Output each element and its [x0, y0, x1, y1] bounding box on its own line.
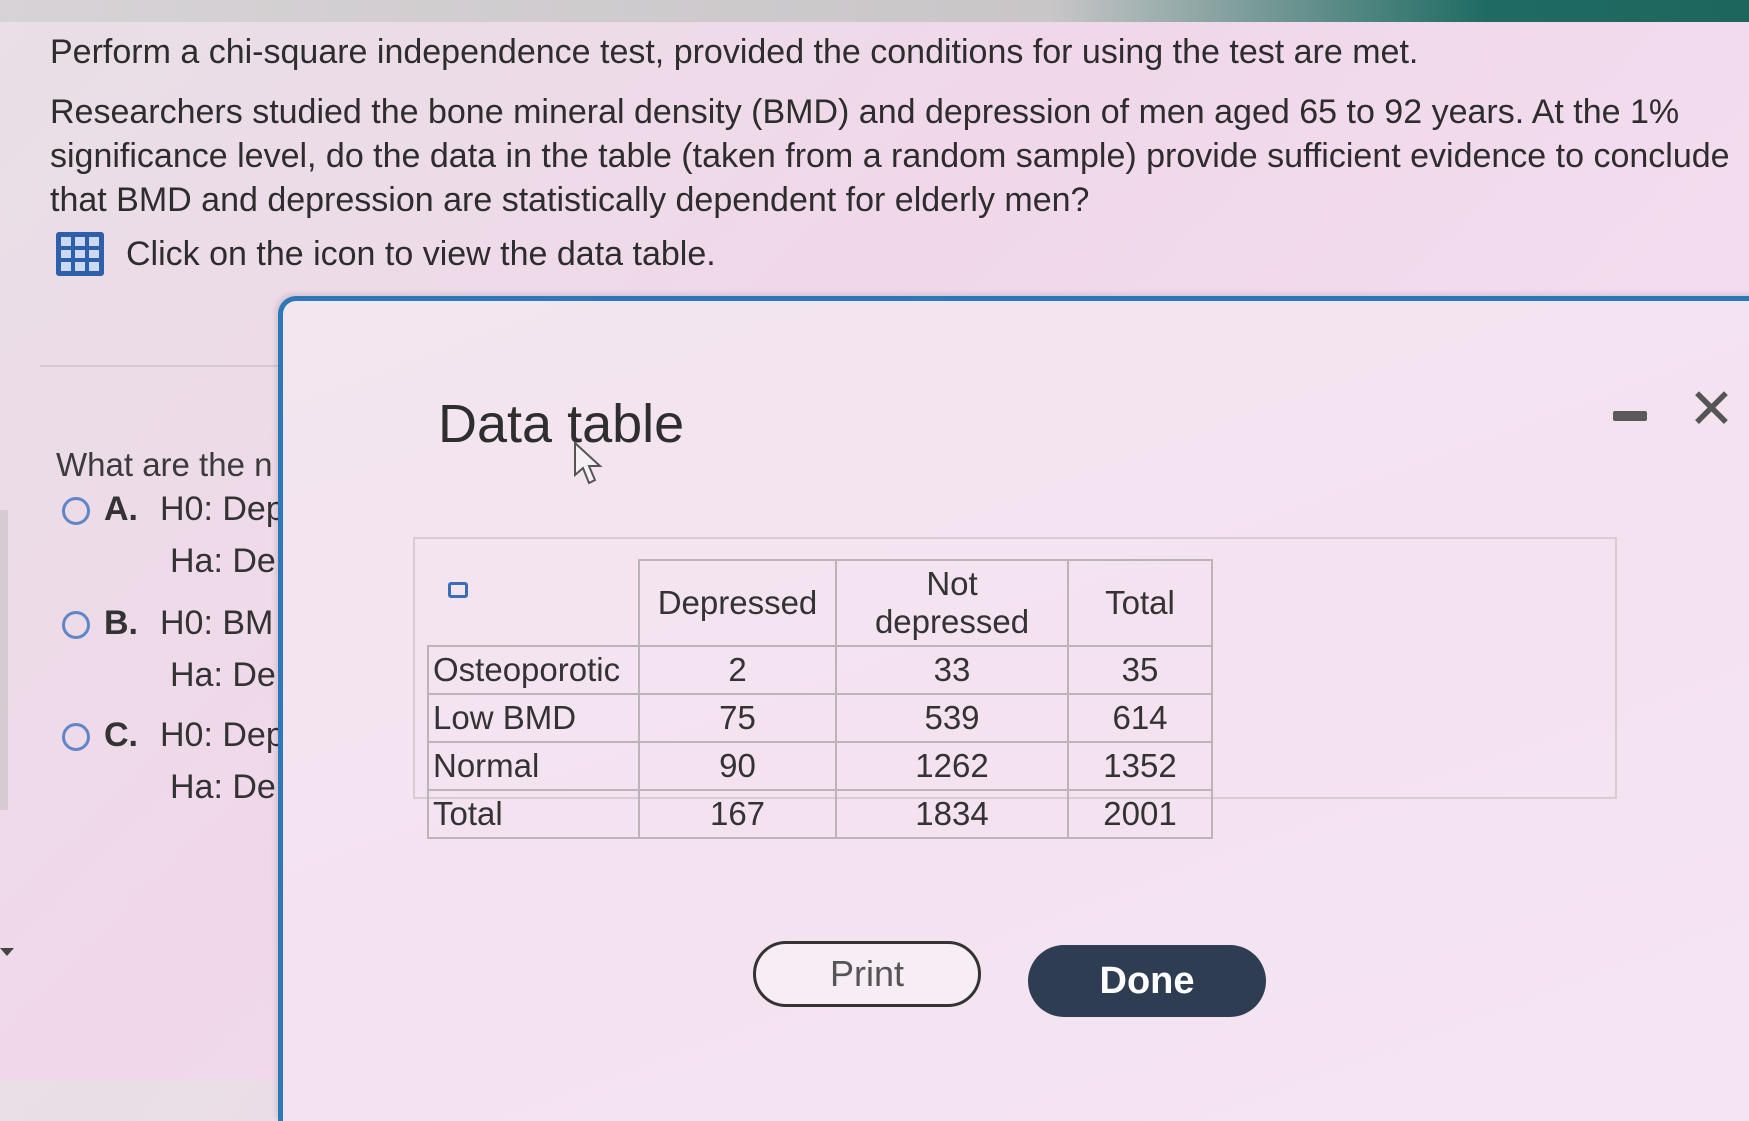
option-c[interactable]: C. H0: Dep Ha: Dep: [62, 716, 295, 806]
option-ha: Ha: Dep: [170, 768, 295, 806]
question-body: Researchers studied the bone mineral den…: [50, 93, 1730, 219]
question-text: Perform a chi-square independence test, …: [50, 30, 1740, 222]
option-b[interactable]: B. H0: BM Ha: Dep: [62, 604, 295, 694]
table-corner: [428, 560, 639, 646]
radio-button[interactable]: [62, 497, 90, 526]
grid-table-icon[interactable]: [56, 232, 104, 276]
top-bar: [0, 0, 1749, 22]
option-h0: H0: Dep: [160, 716, 285, 754]
data-table-dialog: Data table ✕ Depressed Not depressed Tot…: [278, 296, 1749, 1121]
header-total: Total: [1067, 559, 1213, 647]
header-depressed: Depressed: [638, 559, 837, 647]
copy-table-icon[interactable]: [448, 582, 468, 598]
minimize-icon[interactable]: [1613, 411, 1647, 421]
close-icon[interactable]: ✕: [1688, 381, 1735, 437]
done-button[interactable]: Done: [1028, 945, 1266, 1017]
dialog-title: Data table: [438, 394, 685, 454]
question-instruction: Perform a chi-square independence test, …: [50, 33, 1419, 71]
table-row: Low BMD 75 539 614: [427, 693, 1213, 743]
option-a[interactable]: A. H0: Dep Ha: Dep: [62, 490, 295, 580]
table-row: Total 167 1834 2001: [427, 789, 1213, 839]
divider: [40, 365, 280, 367]
option-h0: H0: Dep: [160, 490, 285, 528]
header-not-depressed: Not depressed: [835, 559, 1069, 647]
view-table-label: Click on the icon to view the data table…: [126, 234, 716, 273]
table-row: Normal 90 1262 1352: [427, 741, 1213, 791]
data-table: Depressed Not depressed Total Osteoporot…: [427, 559, 1213, 839]
data-table-container: Depressed Not depressed Total Osteoporot…: [413, 537, 1617, 839]
view-data-table-link[interactable]: Click on the icon to view the data table…: [56, 232, 716, 276]
option-ha: Ha: Dep: [170, 656, 295, 694]
collapse-arrow-icon[interactable]: [0, 948, 14, 956]
option-ha: Ha: Dep: [170, 542, 295, 580]
table-row: Osteoporotic 2 33 35: [427, 645, 1213, 695]
mouse-cursor-icon: [574, 441, 603, 485]
sub-question-prompt: What are the n: [56, 446, 273, 483]
print-button[interactable]: Print: [753, 941, 981, 1007]
option-h0: H0: BM: [160, 604, 274, 642]
radio-button[interactable]: [62, 611, 90, 640]
radio-button[interactable]: [62, 723, 90, 752]
left-scroll-edge: [0, 510, 8, 810]
